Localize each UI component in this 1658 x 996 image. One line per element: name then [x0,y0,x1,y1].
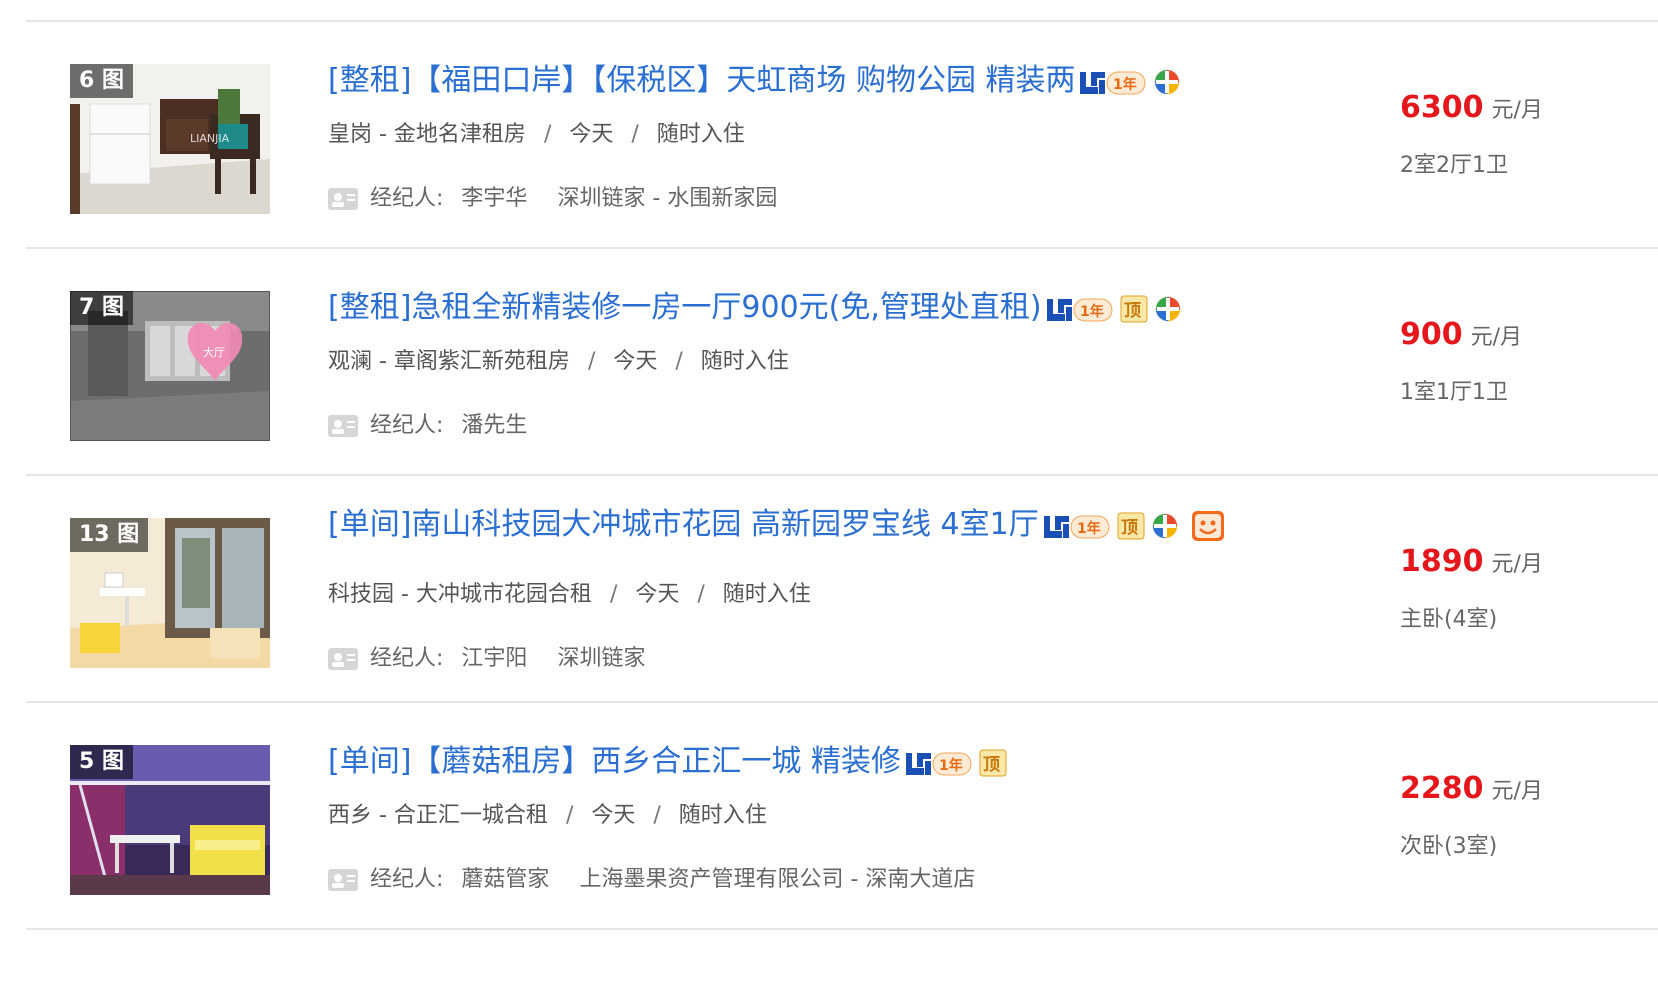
badge-group: 1年 顶 [1046,289,1188,329]
room-layout: 主卧(4室) [1400,607,1498,632]
svg-text:1年: 1年 [1080,303,1104,320]
price-value: 2280 [1400,771,1484,806]
listing-thumbnail[interactable]: LIANJIA 6 图 [70,64,270,214]
price-value: 1890 [1400,544,1484,579]
badge-group: 1年 [1079,62,1187,102]
listing-meta: 观澜 - 章阁紫汇新苑租房 / 今天 / 随时入住 [328,349,789,374]
top-divider [26,20,1658,22]
badge-group: 1年 顶 [1043,506,1231,546]
badge-group: 1年 顶 [905,743,1013,783]
bottom-divider [26,928,1658,930]
agent-info: 经纪人: 江宇阳 深圳链家 [328,644,645,674]
room-layout: 2室2厅1卫 [1400,153,1508,178]
top-icon: 顶 [1120,295,1148,323]
listing-meta: 皇岗 - 金地名津租房 / 今天 / 随时入住 [328,122,745,147]
agent-label: 经纪人: [370,186,444,211]
agent-card-icon [328,869,358,891]
svg-text:1年: 1年 [1077,520,1101,537]
listing-date: 今天 [635,582,680,607]
listing-thumbnail[interactable]: 大厅 7 图 [70,291,270,441]
agent-company[interactable]: 深圳链家 [557,646,645,671]
photo-count-badge: 6 图 [70,64,133,98]
listing-price: 6300 元/月 [1400,90,1543,125]
smile-icon [1191,511,1224,541]
listing-title[interactable]: [整租]【福田口岸】【保税区】天虹商场 购物公园 精装两 1年 [328,61,1187,102]
listing-date: 今天 [613,349,658,374]
price-unit: 元/月 [1491,552,1543,577]
photo-count-badge: 7 图 [70,291,133,325]
shield-icon [1151,513,1178,539]
agent-name[interactable]: 潘先生 [461,413,527,438]
room-layout: 次卧(3室) [1400,834,1498,859]
listing-move-in: 随时入住 [678,803,767,828]
listing-title-text[interactable]: [整租]急租全新精装修一房一厅900元(免,管理处直租) [328,290,1042,325]
listing-title-text[interactable]: [单间]南山科技园大冲城市花园 高新园罗宝线 4室1厅 [328,507,1039,542]
listing-meta: 西乡 - 合正汇一城合租 / 今天 / 随时入住 [328,803,767,828]
agent-name[interactable]: 江宇阳 [461,646,527,671]
agent-card-icon [328,648,358,670]
price-unit: 元/月 [1491,779,1543,804]
svg-text:顶: 顶 [1124,301,1141,321]
row-divider [26,701,1658,703]
heart-label: 大厅 [203,345,225,359]
lianjia-1year-icon: 1年 [905,752,972,776]
price-unit: 元/月 [1491,98,1543,123]
agent-company[interactable]: 上海墨果资产管理有限公司 - 深南大道店 [579,867,975,892]
svg-text:顶: 顶 [983,755,1000,775]
listing-area-link[interactable]: 科技园 - 大冲城市花园合租 [328,582,592,607]
listing-title[interactable]: [整租]急租全新精装修一房一厅900元(免,管理处直租) 1年 顶 [328,288,1188,329]
listing-move-in: 随时入住 [722,582,811,607]
agent-card-icon [328,188,358,210]
price-value: 900 [1400,317,1463,352]
room-layout: 1室1厅1卫 [1400,380,1508,405]
listing-title[interactable]: [单间]【蘑菇租房】西乡合正汇一城 精装修 1年 顶 [328,742,1013,783]
listing-price: 1890 元/月 [1400,544,1543,579]
listing-thumbnail[interactable]: 13 图 [70,518,270,668]
lianjia-1year-icon: 1年 [1043,515,1110,539]
agent-name[interactable]: 蘑菇管家 [461,867,549,892]
agent-name[interactable]: 李宇华 [461,186,527,211]
listing-price: 900 元/月 [1400,317,1522,352]
svg-text:1年: 1年 [939,757,963,774]
shield-icon [1154,296,1181,322]
agent-info: 经纪人: 潘先生 [328,411,557,441]
agent-label: 经纪人: [370,867,444,892]
listing-area-link[interactable]: 观澜 - 章阁紫汇新苑租房 [328,349,570,374]
agent-label: 经纪人: [370,413,444,438]
listing-move-in: 随时入住 [656,122,745,147]
row-divider [26,247,1658,249]
agent-label: 经纪人: [370,646,444,671]
listing-title-text[interactable]: [整租]【福田口岸】【保税区】天虹商场 购物公园 精装两 [328,63,1075,98]
top-icon: 顶 [1117,512,1145,540]
agent-info: 经纪人: 蘑菇管家 上海墨果资产管理有限公司 - 深南大道店 [328,865,975,895]
price-value: 6300 [1400,90,1484,125]
row-divider [26,474,1658,476]
watermark-logo: LIANJIA [190,132,230,145]
lianjia-1year-icon: 1年 [1046,298,1113,322]
listing-area-link[interactable]: 皇岗 - 金地名津租房 [328,122,526,147]
photo-count-badge: 5 图 [70,745,133,779]
agent-company[interactable]: 深圳链家 - 水围新家园 [557,186,777,211]
price-unit: 元/月 [1470,325,1523,350]
lianjia-1year-icon: 1年 [1080,71,1146,95]
listing-date: 今天 [591,803,636,828]
listing-meta: 科技园 - 大冲城市花园合租 / 今天 / 随时入住 [328,582,811,607]
svg-text:1年: 1年 [1113,76,1137,93]
agent-info: 经纪人: 李宇华 深圳链家 - 水围新家园 [328,184,777,214]
listing-title[interactable]: [单间]南山科技园大冲城市花园 高新园罗宝线 4室1厅 1年 顶 [328,505,1231,546]
top-icon: 顶 [979,749,1007,777]
shield-icon [1154,69,1181,95]
listing-price: 2280 元/月 [1400,771,1543,806]
photo-count-badge: 13 图 [70,518,149,552]
listing-move-in: 随时入住 [700,349,789,374]
listing-title-text[interactable]: [单间]【蘑菇租房】西乡合正汇一城 精装修 [328,744,901,779]
listing-thumbnail[interactable]: 5 图 [70,745,270,895]
listing-date: 今天 [569,122,614,147]
agent-card-icon [328,415,358,437]
svg-text:顶: 顶 [1121,518,1138,538]
listing-area-link[interactable]: 西乡 - 合正汇一城合租 [328,803,548,828]
